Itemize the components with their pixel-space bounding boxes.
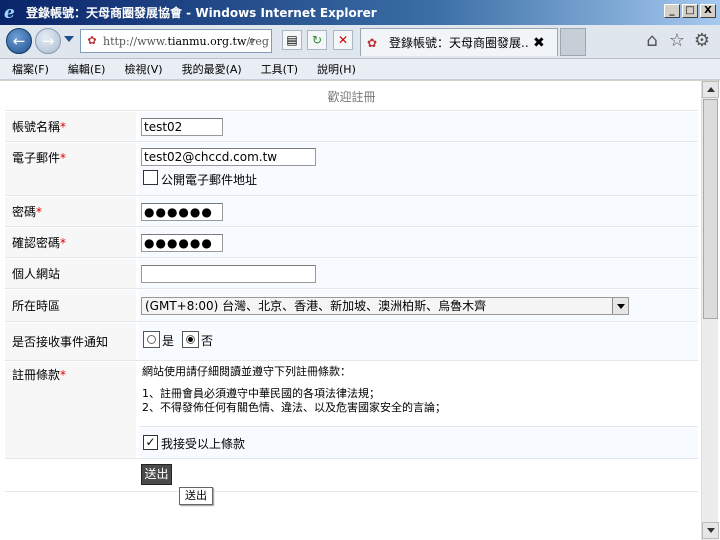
row-submit — [5, 460, 698, 492]
scroll-down-icon[interactable] — [702, 522, 719, 539]
username-input[interactable]: test02 — [141, 118, 223, 136]
forward-button[interactable]: → — [35, 28, 61, 54]
public-email-checkbox[interactable] — [143, 170, 158, 185]
site-favicon-icon: ✿ — [87, 34, 97, 47]
tab-favicon-icon: ✿ — [367, 35, 378, 50]
timezone-select[interactable]: (GMT+8:00) 台灣、北京、香港、新加坡、澳洲柏斯、烏魯木齊 — [141, 297, 629, 315]
favorites-star-icon[interactable]: ☆ — [666, 31, 688, 51]
notify-label: 是否接收事件通知 — [5, 323, 136, 360]
notify-yes-radio[interactable] — [143, 331, 160, 348]
maximize-button[interactable]: □ — [682, 4, 698, 18]
username-label: 帳號名稱* — [5, 112, 136, 141]
navigation-bar: ← → ✿ http://www.tianmu.org.tw/reg ⌕ ▤ ↻… — [0, 25, 720, 59]
row-email: 電子郵件* test02@chccd.com.tw 公開電子郵件地址 — [5, 143, 698, 196]
accept-terms-label: 我接受以上條款 — [161, 437, 246, 451]
window-title: 登錄帳號：天母商圈發展協會 - Windows Internet Explore… — [26, 6, 377, 20]
row-username: 帳號名稱* test02 — [5, 112, 698, 142]
website-input[interactable] — [141, 265, 316, 283]
email-label: 電子郵件* — [5, 143, 136, 195]
ie-logo-icon: e — [4, 2, 15, 23]
accept-terms-checkbox[interactable]: ✓ — [143, 435, 158, 450]
menu-favorites[interactable]: 我的最愛(A) — [170, 61, 249, 77]
notify-no-radio[interactable] — [182, 331, 199, 348]
scroll-up-icon[interactable] — [702, 81, 719, 98]
submit-button[interactable]: 送出 — [141, 464, 172, 485]
home-icon[interactable]: ⌂ — [641, 31, 663, 51]
row-password: 密碼* ●●●●●● — [5, 197, 698, 227]
gear-icon[interactable]: ⚙ — [691, 31, 713, 51]
row-website: 個人網站 — [5, 259, 698, 289]
menu-view[interactable]: 檢視(V) — [112, 61, 169, 77]
compatibility-view-icon[interactable]: ▤ — [282, 30, 302, 50]
search-icon[interactable]: ⌕ — [242, 31, 262, 51]
form-header: 歡迎註冊 — [5, 81, 698, 111]
email-input[interactable]: test02@chccd.com.tw — [141, 148, 316, 166]
tab-title: 登錄帳號：天母商圈發展... — [389, 36, 529, 50]
terms-label: 註冊條款* — [5, 362, 136, 458]
website-label: 個人網站 — [5, 259, 136, 288]
confirm-password-input[interactable]: ●●●●●● — [141, 234, 223, 252]
menu-help[interactable]: 說明(H) — [305, 61, 363, 77]
history-dropdown-icon[interactable] — [64, 36, 74, 42]
new-tab-button[interactable] — [560, 28, 586, 56]
tab-close-icon[interactable]: ✖ — [533, 35, 545, 51]
registration-form: 歡迎註冊 帳號名稱* test02 電子郵件* test02@chccd.com… — [5, 81, 698, 540]
password-label: 密碼* — [5, 197, 136, 226]
chevron-down-icon[interactable] — [612, 298, 628, 314]
stop-icon[interactable]: ✕ — [333, 30, 353, 50]
row-timezone: 所在時區 (GMT+8:00) 台灣、北京、香港、新加坡、澳洲柏斯、烏魯木齊 — [5, 290, 698, 322]
menu-file[interactable]: 檔案(F) — [0, 61, 56, 77]
terms-accept-row: ✓ 我接受以上條款 — [139, 426, 698, 458]
row-notify: 是否接收事件通知 是 否 — [5, 323, 698, 361]
terms-text: 網站使用請仔細閱讀並遵守下列註冊條款： 1、註冊會員必須遵守中華民國的各項法律法… — [142, 365, 446, 414]
confirm-password-label: 確認密碼* — [5, 228, 136, 257]
timezone-selected-value: (GMT+8:00) 台灣、北京、香港、新加坡、澳洲柏斯、烏魯木齊 — [145, 299, 487, 313]
notify-yes-label: 是 — [162, 334, 175, 348]
row-confirm-password: 確認密碼* ●●●●●● — [5, 228, 698, 258]
submit-tooltip: 送出 — [179, 487, 213, 505]
row-terms: 註冊條款* 網站使用請仔細閱讀並遵守下列註冊條款： 1、註冊會員必須遵守中華民國… — [5, 362, 698, 459]
back-button[interactable]: ← — [6, 28, 32, 54]
page-content: 歡迎註冊 帳號名稱* test02 電子郵件* test02@chccd.com… — [0, 81, 720, 540]
menu-edit[interactable]: 編輯(E) — [56, 61, 113, 77]
notify-no-label: 否 — [201, 334, 214, 348]
public-email-label: 公開電子郵件地址 — [161, 173, 258, 187]
browser-tab[interactable]: ✿ 登錄帳號：天母商圈發展... ✖ — [360, 28, 558, 56]
menu-bar: 檔案(F) 編輯(E) 檢視(V) 我的最愛(A) 工具(T) 說明(H) — [0, 59, 720, 80]
minimize-button[interactable]: _ — [664, 4, 680, 18]
password-input[interactable]: ●●●●●● — [141, 203, 223, 221]
vertical-scrollbar[interactable] — [701, 81, 719, 540]
close-button[interactable]: X — [700, 4, 716, 18]
title-bar: e 登錄帳號：天母商圈發展協會 - Windows Internet Explo… — [0, 0, 720, 25]
timezone-label: 所在時區 — [5, 290, 136, 321]
scrollbar-thumb[interactable] — [703, 99, 718, 319]
refresh-icon[interactable]: ↻ — [307, 30, 327, 50]
menu-tools[interactable]: 工具(T) — [249, 61, 305, 77]
